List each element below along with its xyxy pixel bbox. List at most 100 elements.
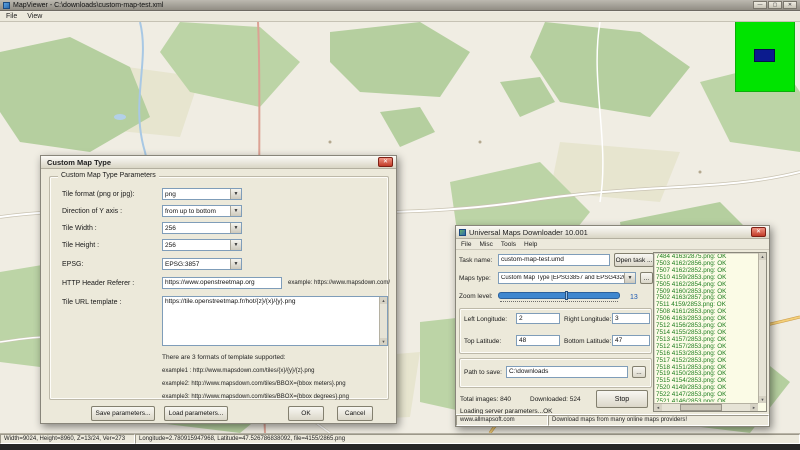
zoom-slider[interactable] <box>498 291 620 303</box>
bottom-latitude-label: Bottom Latitude: <box>564 338 611 345</box>
right-longitude-input[interactable]: 3 <box>612 313 650 324</box>
taskbar-strip <box>0 444 800 450</box>
top-latitude-input[interactable]: 48 <box>516 335 560 346</box>
chevron-down-icon[interactable]: ▼ <box>230 206 241 216</box>
path-group: Path to save: C:\downloads ... <box>459 358 652 388</box>
minimize-button[interactable]: — <box>753 1 767 9</box>
y-axis-select[interactable]: from up to bottom ▼ <box>162 205 242 217</box>
umd-title-bar[interactable]: Universal Maps Downloader 10.001 ✕ <box>456 226 769 239</box>
tile-width-label: Tile Width : <box>62 225 97 232</box>
umd-menu-file[interactable]: File <box>461 241 471 248</box>
tile-height-label: Tile Height : <box>62 242 99 249</box>
log-vertical-scrollbar[interactable]: ▲ ▼ <box>758 253 766 403</box>
maximize-button[interactable]: ▢ <box>768 1 782 9</box>
umd-title: Universal Maps Downloader 10.001 <box>469 228 588 237</box>
umd-status-site: www.allmapsoft.com <box>456 415 548 426</box>
zoom-slider-ticks <box>500 301 618 302</box>
coordinates-group: Left Longitude: 2 Right Longitude: 3 Top… <box>459 308 652 354</box>
url-template-textarea[interactable]: https://tile.openstreetmap.fr/hot/{z}/{x… <box>162 296 388 346</box>
scroll-left-icon[interactable]: ◄ <box>654 404 662 411</box>
custom-dialog-title-bar[interactable]: Custom Map Type ✕ <box>41 156 396 169</box>
umd-menu-misc[interactable]: Misc <box>479 241 492 248</box>
zoom-slider-thumb[interactable] <box>565 291 568 300</box>
stop-button[interactable]: Stop <box>596 390 648 408</box>
url-template-label: Tile URL template : <box>62 299 121 306</box>
path-browse-button[interactable]: ... <box>632 366 646 378</box>
umd-window: Universal Maps Downloader 10.001 ✕ File … <box>455 225 770 427</box>
scroll-up-icon[interactable]: ▲ <box>759 253 766 260</box>
mapviewer-window: MapViewer - C:\downloads\custom-map-test… <box>0 0 800 450</box>
bottom-latitude-input[interactable]: 47 <box>612 335 650 346</box>
map-overview-box <box>735 12 795 92</box>
download-log-list[interactable]: 7484 4163/2875.png: OK 7503 4162/2856.pn… <box>653 252 767 412</box>
window-title: MapViewer - C:\downloads\custom-map-test… <box>13 2 163 9</box>
task-name-input[interactable]: custom-map-test.umd <box>498 254 610 266</box>
referer-label: HTTP Header Referer : <box>62 280 134 287</box>
menu-view[interactable]: View <box>27 13 42 20</box>
y-axis-label: Direction of Y axis : <box>62 208 122 215</box>
zoom-slider-track[interactable] <box>498 292 620 299</box>
maps-type-select[interactable]: Custom Map Type [EPSG3857 and EPSG4326 s… <box>498 272 636 284</box>
tile-width-select[interactable]: 256 ▼ <box>162 222 242 234</box>
custom-map-type-dialog: Custom Map Type ✕ Custom Map Type Parame… <box>40 155 397 424</box>
zoom-level-label: Zoom level: <box>459 293 493 300</box>
custom-params-group-title: Custom Map Type Parameters <box>58 172 159 179</box>
path-to-save-label: Path to save: <box>464 369 502 376</box>
template-formats-note: There are 3 formats of template supporte… <box>162 354 286 361</box>
scroll-down-icon[interactable]: ▼ <box>380 338 387 345</box>
save-parameters-button[interactable]: Save parameters... <box>91 406 155 421</box>
close-button[interactable]: ✕ <box>783 1 797 9</box>
textarea-scrollbar[interactable]: ▲ ▼ <box>379 297 387 345</box>
download-log-rows: 7484 4163/2875.png: OK 7503 4162/2856.pn… <box>656 254 756 402</box>
chevron-down-icon[interactable]: ▼ <box>230 189 241 199</box>
umd-app-icon <box>459 229 466 236</box>
menu-file[interactable]: File <box>6 13 17 20</box>
log-entry: 7521 4146/2853.png: OK <box>656 399 756 402</box>
tile-format-select[interactable]: png ▼ <box>162 188 242 200</box>
cancel-button[interactable]: Cancel <box>337 406 373 421</box>
umd-menu-bar: File Misc Tools Help <box>456 239 769 250</box>
main-menu-bar: File View <box>0 12 800 22</box>
template-example-1: example1 : http://www.mapsdown.com/tiles… <box>162 368 314 374</box>
mapviewer-app-icon <box>3 2 10 9</box>
load-parameters-button[interactable]: Load parameters... <box>164 406 228 421</box>
tile-height-select[interactable]: 256 ▼ <box>162 239 242 251</box>
path-to-save-input[interactable]: C:\downloads <box>506 366 628 378</box>
scroll-up-icon[interactable]: ▲ <box>380 297 387 304</box>
chevron-down-icon[interactable]: ▼ <box>230 259 241 269</box>
hscroll-thumb[interactable] <box>680 404 722 411</box>
close-icon[interactable]: ✕ <box>751 227 766 237</box>
task-name-label: Task name: <box>459 257 492 264</box>
maps-type-browse-button[interactable]: ... <box>640 272 653 284</box>
chevron-down-icon[interactable]: ▼ <box>230 223 241 233</box>
chevron-down-icon[interactable]: ▼ <box>230 240 241 250</box>
referer-input[interactable]: https://www.openstreetmap.org <box>162 277 282 289</box>
left-longitude-label: Left Longitude: <box>464 316 507 323</box>
right-longitude-label: Right Longitude: <box>564 316 611 323</box>
umd-menu-tools[interactable]: Tools <box>501 241 516 248</box>
main-title-bar[interactable]: MapViewer - C:\downloads\custom-map-test… <box>0 0 800 11</box>
open-task-button[interactable]: Open task ... <box>614 253 654 267</box>
template-example-3: example3: http://www.mapsdown.com/tiles/… <box>162 394 349 400</box>
ok-button[interactable]: OK <box>288 406 324 421</box>
log-horizontal-scrollbar[interactable]: ◄ ► <box>654 403 758 411</box>
template-example-2: example2: http://www.mapsdown.com/tiles/… <box>162 381 346 387</box>
referer-example-hint: example: https://www.mapsdown.com/ <box>288 280 390 286</box>
zoom-level-value: 13 <box>630 294 638 301</box>
custom-params-group: Custom Map Type Parameters Tile format (… <box>49 176 389 400</box>
overview-viewport-rect <box>754 49 775 62</box>
scroll-right-icon[interactable]: ► <box>750 404 758 411</box>
chevron-down-icon[interactable]: ▼ <box>624 273 635 283</box>
umd-menu-help[interactable]: Help <box>524 241 537 248</box>
map-size-status: Width=9024, Height=8960, Z=13/24, Ver=27… <box>0 434 135 444</box>
umd-status-bar: www.allmapsoft.com Download maps from ma… <box>456 414 769 426</box>
left-longitude-input[interactable]: 2 <box>516 313 560 324</box>
top-latitude-label: Top Latitude: <box>464 338 501 345</box>
epsg-select[interactable]: EPSG:3857 ▼ <box>162 258 242 270</box>
scroll-down-icon[interactable]: ▼ <box>759 396 766 403</box>
tile-format-label: Tile format (png or jpg): <box>62 191 135 198</box>
downloaded-text: Downloaded: 524 <box>530 396 581 403</box>
cursor-position-status: Longitude=2.780915947968, Latitude=47.52… <box>135 434 800 444</box>
maps-type-label: Maps type: <box>459 275 491 282</box>
close-icon[interactable]: ✕ <box>378 157 393 167</box>
